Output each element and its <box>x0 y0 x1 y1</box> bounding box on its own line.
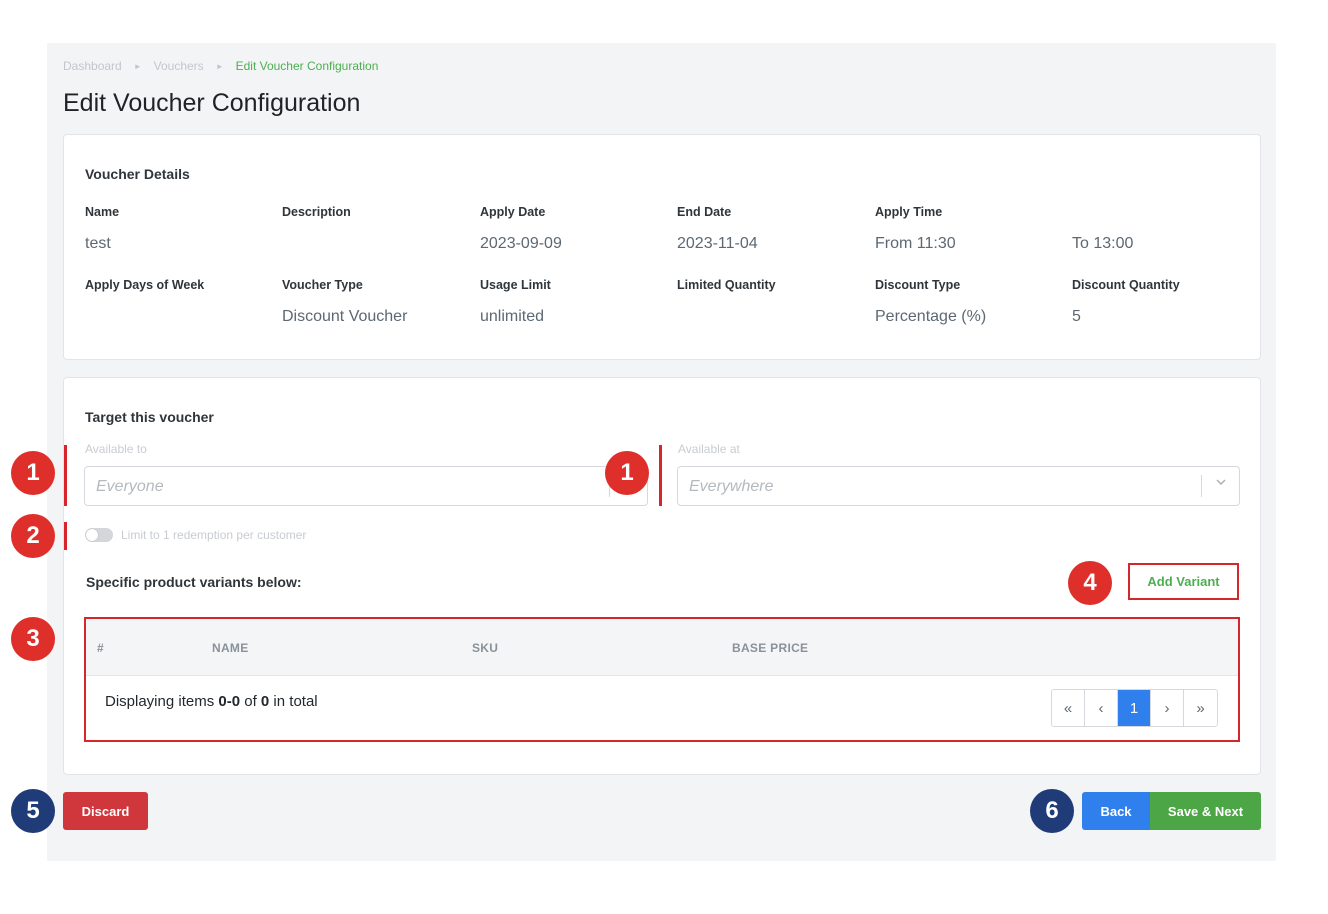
target-title: Target this voucher <box>85 409 214 425</box>
annotation-badge-3: 3 <box>11 617 55 661</box>
apply-time-to: To 13:00 <box>1072 235 1134 252</box>
summary-total: 0 <box>260 693 270 710</box>
column-header-base-price[interactable]: BASE PRICE <box>732 641 808 655</box>
annotation-badge-5: 5 <box>11 789 55 833</box>
apply-date-label: Apply Date <box>480 205 546 219</box>
breadcrumb-current: Edit Voucher Configuration <box>235 59 379 73</box>
usage-limit-label: Usage Limit <box>480 278 551 292</box>
limited-quantity-label: Limited Quantity <box>677 278 776 292</box>
breadcrumb-separator-icon: ► <box>215 61 224 71</box>
available-to-label: Available to <box>85 442 147 456</box>
voucher-type-label: Voucher Type <box>282 278 363 292</box>
annotation-bar <box>64 445 67 506</box>
breadcrumb: Dashboard ► Vouchers ► Edit Voucher Conf… <box>63 59 378 73</box>
available-to-select[interactable]: Everyone <box>84 466 648 506</box>
breadcrumb-dashboard[interactable]: Dashboard <box>63 59 122 73</box>
column-header-sku[interactable]: SKU <box>472 641 498 655</box>
usage-limit-value: unlimited <box>480 308 545 325</box>
available-at-placeholder: Everywhere <box>689 478 774 495</box>
description-label: Description <box>282 205 351 219</box>
table-header: # NAME SKU BASE PRICE <box>86 619 1238 676</box>
chevron-down-icon[interactable] <box>1215 476 1227 491</box>
annotation-badge-6: 6 <box>1030 789 1074 833</box>
column-header-index: # <box>97 641 104 655</box>
prev-page-button[interactable]: ‹ <box>1085 690 1118 726</box>
table-summary: Displaying items 0-0 of 0 in total <box>105 693 318 710</box>
page-title: Edit Voucher Configuration <box>63 89 361 117</box>
next-page-button[interactable]: › <box>1151 690 1184 726</box>
column-header-name[interactable]: NAME <box>212 641 249 655</box>
toggle-knob <box>86 529 98 541</box>
annotation-badge-1: 1 <box>11 451 55 495</box>
available-at-label: Available at <box>678 442 740 456</box>
discard-button[interactable]: Discard <box>63 792 148 830</box>
apply-days-label: Apply Days of Week <box>85 278 205 292</box>
summary-mid: of <box>240 693 261 710</box>
variants-table: # NAME SKU BASE PRICE Displaying items 0… <box>84 617 1240 742</box>
name-value: test <box>85 235 111 252</box>
voucher-details-title: Voucher Details <box>85 166 190 182</box>
end-date-label: End Date <box>677 205 732 219</box>
available-at-select[interactable]: Everywhere <box>677 466 1240 506</box>
available-to-placeholder: Everyone <box>96 478 164 495</box>
voucher-details-card: Voucher Details Name test Description Ap… <box>63 134 1261 360</box>
summary-suffix: in total <box>269 693 318 710</box>
name-label: Name <box>85 205 120 219</box>
discount-type-label: Discount Type <box>875 278 961 292</box>
limit-redemption-label: Limit to 1 redemption per customer <box>121 528 307 542</box>
annotation-badge-4: 4 <box>1068 561 1112 605</box>
apply-time-from: From 11:30 <box>875 235 956 252</box>
apply-time-label: Apply Time <box>875 205 943 219</box>
apply-date-value: 2023-09-09 <box>480 235 562 252</box>
breadcrumb-separator-icon: ► <box>133 61 142 71</box>
end-date-value: 2023-11-04 <box>677 235 758 252</box>
annotation-bar <box>659 445 662 506</box>
discount-quantity-value: 5 <box>1072 308 1081 325</box>
page-1-button[interactable]: 1 <box>1118 690 1151 726</box>
back-button[interactable]: Back <box>1082 792 1150 830</box>
last-page-button[interactable]: » <box>1184 690 1217 726</box>
save-next-button[interactable]: Save & Next <box>1150 792 1261 830</box>
add-variant-button[interactable]: Add Variant <box>1128 563 1239 600</box>
discount-quantity-label: Discount Quantity <box>1072 278 1180 292</box>
first-page-button[interactable]: « <box>1052 690 1085 726</box>
annotation-bar <box>64 522 67 550</box>
pagination: « ‹ 1 › » <box>1051 689 1218 727</box>
annotation-badge-1b: 1 <box>605 451 649 495</box>
variants-title: Specific product variants below: <box>86 574 302 590</box>
summary-prefix: Displaying items <box>105 693 219 710</box>
summary-range: 0-0 <box>218 693 241 710</box>
limit-redemption-toggle[interactable] <box>85 528 113 542</box>
discount-type-value: Percentage (%) <box>875 308 987 325</box>
select-divider <box>1201 475 1202 497</box>
breadcrumb-vouchers[interactable]: Vouchers <box>154 59 204 73</box>
annotation-badge-2: 2 <box>11 514 55 558</box>
voucher-type-value: Discount Voucher <box>282 308 408 325</box>
